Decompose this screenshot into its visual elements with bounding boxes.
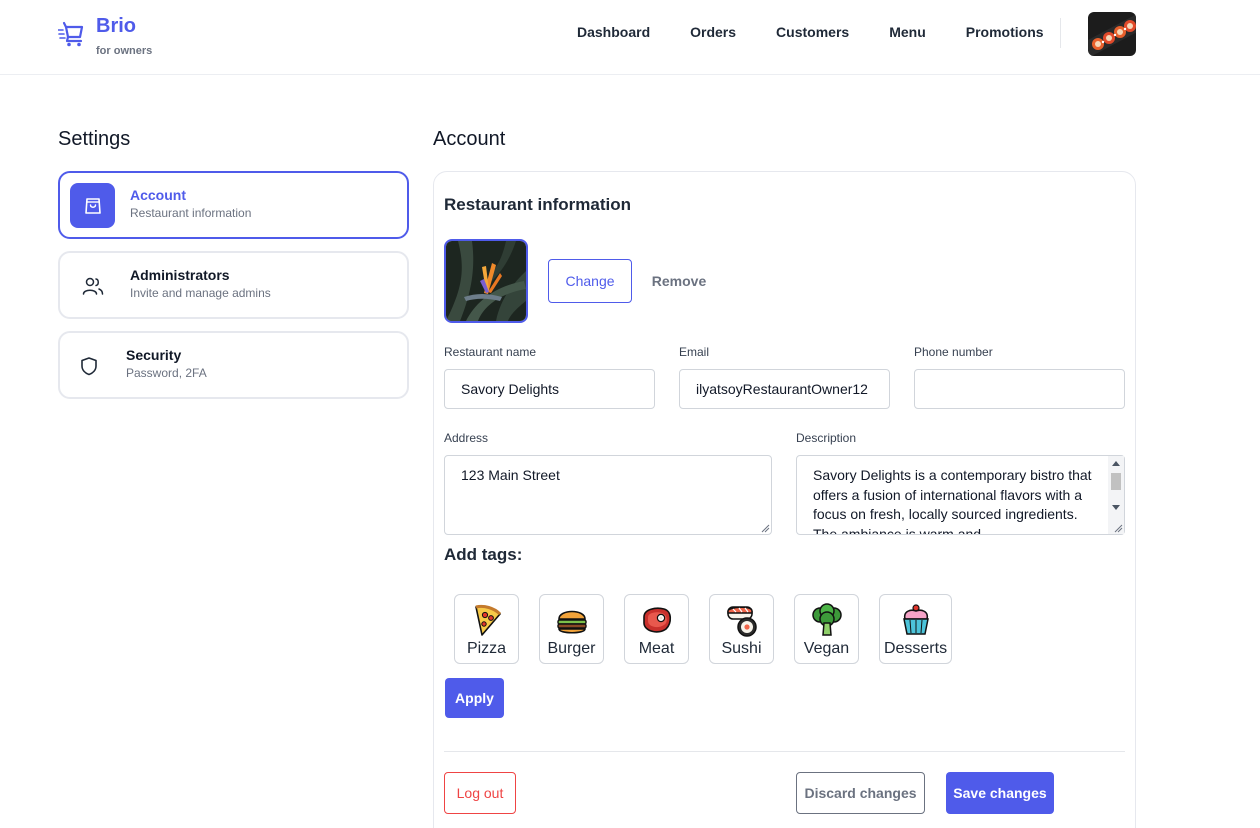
tag-label: Sushi xyxy=(721,640,762,657)
sidebar-item-description: Restaurant information xyxy=(130,206,252,220)
email-label: Email xyxy=(679,345,710,359)
cupcake-icon xyxy=(902,604,929,635)
phone-label: Phone number xyxy=(914,345,993,359)
nav-customers[interactable]: Customers xyxy=(776,23,849,41)
nav-promotions[interactable]: Promotions xyxy=(966,23,1044,41)
email-input[interactable]: ilyatsoyRestaurantOwner12 xyxy=(679,369,890,409)
tag-label: Burger xyxy=(547,640,596,657)
nav-divider xyxy=(1060,18,1061,48)
section-title: Restaurant information xyxy=(444,195,632,214)
resize-handle-icon[interactable] xyxy=(760,523,770,533)
settings-title: Settings xyxy=(58,128,131,150)
top-header: Brio for owners Dashboard Orders Custome… xyxy=(0,0,1260,75)
sidebar-item-administrators[interactable]: Administrators Invite and manage admins xyxy=(58,251,409,319)
logout-button[interactable]: Log out xyxy=(444,772,516,814)
tag-label: Pizza xyxy=(466,640,507,657)
tag-sushi[interactable]: Sushi xyxy=(709,594,774,664)
phone-input[interactable] xyxy=(914,369,1125,409)
tag-pizza[interactable]: Pizza xyxy=(454,594,519,664)
sushi-roll-avatar-icon xyxy=(1088,12,1136,56)
sidebar-item-label: Administrators xyxy=(130,267,230,283)
save-changes-button[interactable]: Save changes xyxy=(946,772,1054,814)
sidebar-item-description: Invite and manage admins xyxy=(130,286,271,300)
tag-desserts[interactable]: Desserts xyxy=(879,594,952,664)
description-label: Description xyxy=(796,431,857,445)
brand-subtitle: for owners xyxy=(96,45,153,57)
sidebar-item-account[interactable]: Account Restaurant information xyxy=(58,171,409,239)
users-icon xyxy=(82,277,103,295)
nav-dashboard[interactable]: Dashboard xyxy=(577,23,650,41)
scrollbar-thumb[interactable] xyxy=(1111,473,1121,490)
sidebar-item-label: Security xyxy=(126,347,182,363)
meat-icon xyxy=(642,607,671,633)
main-nav: Dashboard Orders Customers Menu Promotio… xyxy=(577,23,1084,41)
sushi-icon xyxy=(726,606,757,637)
shopping-bag-icon xyxy=(84,197,101,214)
sidebar-icon-box xyxy=(70,263,115,308)
bird-of-paradise-flower-photo-icon xyxy=(446,241,526,321)
pizza-icon xyxy=(474,604,501,636)
sidebar-item-description: Password, 2FA xyxy=(126,366,207,380)
divider xyxy=(444,751,1125,752)
sidebar-icon-box xyxy=(66,343,111,388)
brand-logo[interactable]: Brio for owners xyxy=(58,14,152,58)
shield-icon xyxy=(80,356,97,375)
restaurant-name-input[interactable]: Savory Delights xyxy=(444,369,655,409)
tags-title: Add tags: xyxy=(444,545,523,564)
scroll-up-arrow-icon[interactable] xyxy=(1112,461,1120,466)
tag-label: Vegan xyxy=(803,640,850,657)
change-photo-button[interactable]: Change xyxy=(548,259,632,303)
brand-name: Brio xyxy=(96,15,136,37)
tag-label: Desserts xyxy=(883,640,948,657)
resize-handle-icon[interactable] xyxy=(1113,523,1123,533)
nav-menu[interactable]: Menu xyxy=(889,23,926,41)
cart-icon xyxy=(58,21,84,47)
restaurant-name-label: Restaurant name xyxy=(444,345,537,359)
discard-changes-button[interactable]: Discard changes xyxy=(796,772,925,814)
address-label: Address xyxy=(444,431,489,445)
sidebar-icon-box xyxy=(70,183,115,228)
broccoli-icon xyxy=(811,603,842,636)
sidebar-item-security[interactable]: Security Password, 2FA xyxy=(58,331,409,399)
tag-meat[interactable]: Meat xyxy=(624,594,689,664)
apply-tags-button[interactable]: Apply xyxy=(445,678,504,718)
account-title: Account xyxy=(433,128,506,150)
tag-vegan[interactable]: Vegan xyxy=(794,594,859,664)
remove-photo-button[interactable]: Remove xyxy=(644,259,714,303)
sidebar-item-label: Account xyxy=(130,187,186,203)
scroll-down-arrow-icon[interactable] xyxy=(1112,505,1120,510)
tag-burger[interactable]: Burger xyxy=(539,594,604,664)
user-avatar[interactable] xyxy=(1088,12,1136,56)
tag-label: Meat xyxy=(638,640,675,657)
description-input[interactable]: Savory Delights is a contemporary bistro… xyxy=(796,455,1125,535)
burger-icon xyxy=(556,610,587,634)
nav-orders[interactable]: Orders xyxy=(690,23,736,41)
address-input[interactable]: 123 Main Street xyxy=(444,455,772,535)
restaurant-photo xyxy=(444,239,528,323)
